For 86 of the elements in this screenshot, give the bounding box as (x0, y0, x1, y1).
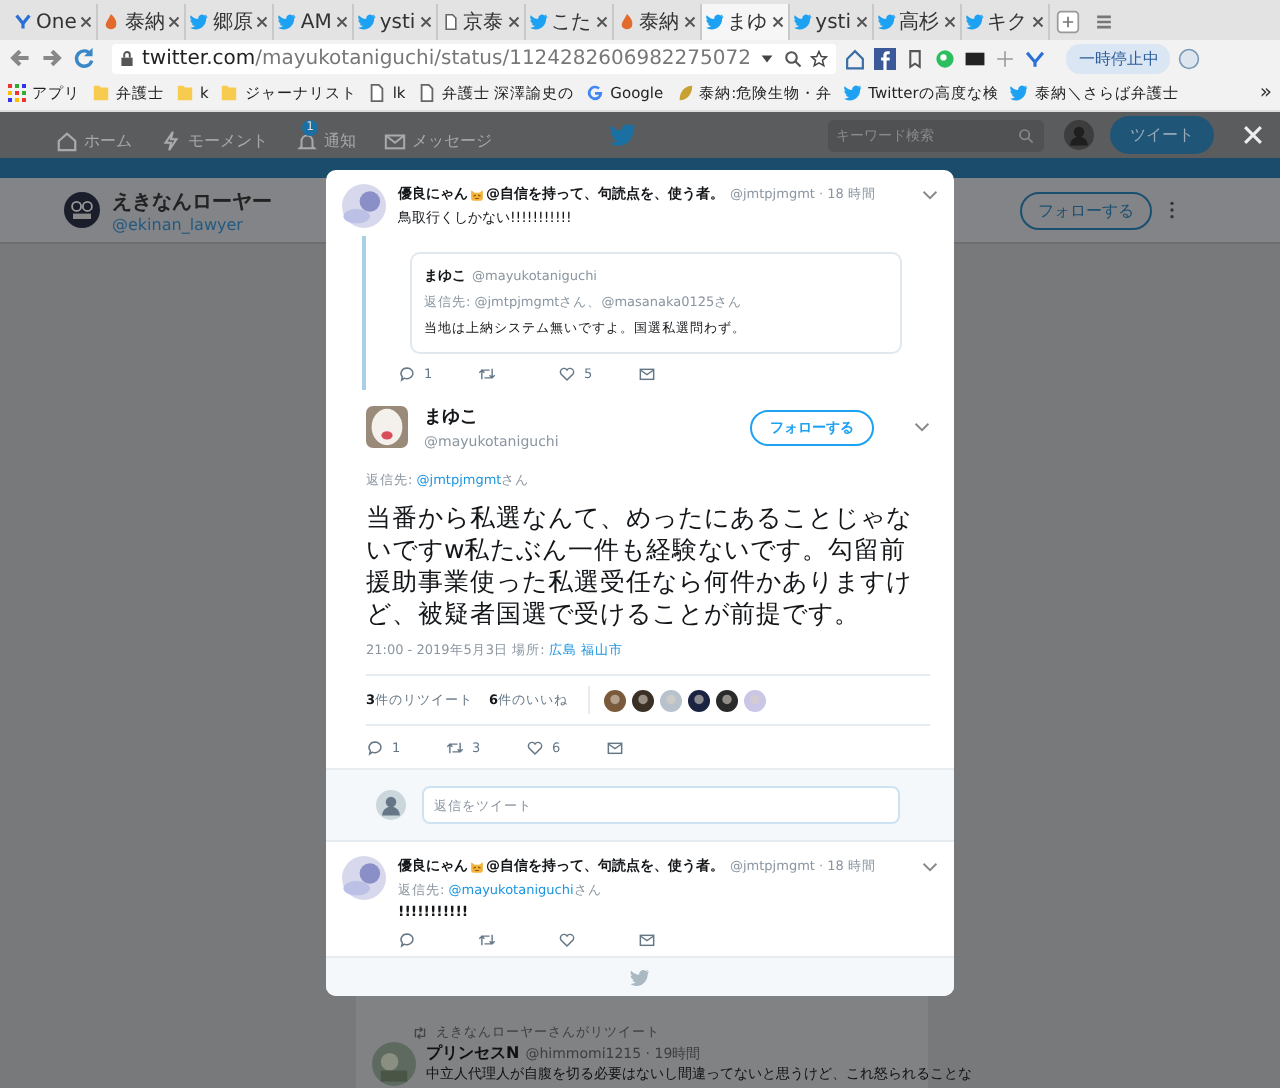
heart-icon (558, 366, 576, 382)
author-name: まゆこ (424, 406, 480, 430)
leaf-icon (675, 84, 694, 102)
tweet-text: 当番から私選なんて、めったにあることじゃないですw私たぶん一件も経験ないです。勾留前援助事業使った私選受任なら何件かありますけど、被疑者国選で受けることが前提です。 (366, 502, 914, 630)
reload-icon[interactable] (72, 46, 96, 70)
envelope-icon (384, 129, 406, 151)
y-logo-icon (14, 14, 32, 30)
chevron-down-icon[interactable] (922, 861, 938, 871)
folder-icon (176, 84, 194, 102)
profile-name: えきなんローヤー (112, 189, 272, 215)
retweet-icon (478, 932, 496, 948)
home-icon[interactable] (844, 47, 867, 69)
close-icon[interactable] (1031, 16, 1043, 28)
speech-bubble-icon (398, 932, 416, 948)
speech-bubble-icon (366, 740, 384, 756)
retweet-icon (478, 366, 496, 382)
bird-icon (793, 14, 812, 30)
bird-icon (965, 14, 983, 30)
envelope-icon (638, 366, 656, 382)
new-tab-icon[interactable] (1055, 10, 1079, 34)
more-bookmarks-button[interactable]: » (1259, 82, 1272, 104)
avatar-icon (376, 790, 406, 820)
chevron-down-icon[interactable] (914, 422, 930, 432)
extension-icon[interactable] (964, 47, 987, 69)
y-logo-icon[interactable] (1024, 47, 1047, 69)
lightning-icon (160, 129, 182, 151)
bird-icon (357, 14, 376, 30)
envelope-icon (606, 740, 624, 756)
paused-button[interactable]: 一時停止中 (1066, 43, 1171, 73)
browser-tab[interactable]: まゆ (701, 4, 790, 40)
bird-icon (877, 14, 895, 30)
bird-logo-icon (630, 969, 650, 985)
url-text: twitter.com/mayukotaniguchi/status/1124282606982275072 (142, 47, 751, 69)
close-icon[interactable] (943, 16, 955, 28)
search-icon (1018, 127, 1034, 143)
document-icon (441, 14, 460, 30)
close-icon[interactable] (335, 16, 348, 28)
speech-bubble-icon (398, 366, 416, 382)
flame-icon (617, 14, 636, 30)
forward-icon[interactable] (40, 46, 64, 70)
avatar-icon[interactable] (1064, 120, 1094, 150)
bird-icon (278, 14, 297, 30)
bird-icon (1010, 84, 1029, 102)
close-icon[interactable] (771, 16, 784, 28)
close-icon[interactable] (419, 16, 432, 28)
chevron-down-icon[interactable] (922, 189, 938, 199)
author-name: プリンセスN (426, 1042, 520, 1064)
envelope-icon (638, 932, 656, 948)
page-icon (417, 84, 436, 102)
dropdown-icon[interactable] (758, 49, 777, 67)
home-icon (56, 129, 78, 151)
bird-icon (844, 84, 863, 102)
menu-icon[interactable] (1091, 10, 1115, 34)
folder-icon (220, 84, 239, 102)
account-icon[interactable] (1178, 47, 1201, 69)
bird-icon (705, 14, 724, 30)
heart-icon (558, 932, 576, 948)
close-icon[interactable] (80, 16, 93, 28)
retweet-icon (412, 1026, 428, 1040)
more-icon[interactable] (1168, 200, 1176, 220)
apps-grid-icon (8, 84, 26, 102)
cat-face-icon (470, 859, 484, 873)
address-bar[interactable]: twitter.com/mayukotaniguchi/status/1124282606982275072 (112, 43, 837, 73)
retweet-icon (446, 740, 464, 756)
bird-icon (529, 14, 548, 30)
flame-icon (102, 14, 121, 30)
facebook-icon[interactable] (874, 47, 897, 69)
bell-icon (296, 129, 318, 151)
close-icon[interactable] (683, 16, 696, 28)
cat-face-icon (470, 187, 484, 201)
back-icon[interactable] (8, 46, 32, 70)
bookmark-icon[interactable] (904, 47, 927, 69)
bird-icon (190, 14, 209, 30)
page-icon (368, 84, 387, 102)
close-icon[interactable] (595, 16, 608, 28)
folder-icon (92, 84, 110, 102)
close-icon[interactable] (256, 16, 269, 28)
lock-icon (120, 49, 134, 67)
close-icon[interactable] (507, 16, 520, 28)
star-icon[interactable] (810, 49, 829, 67)
profile-handle: @ekinan_lawyer (112, 215, 245, 233)
search-icon[interactable] (784, 49, 803, 67)
close-icon[interactable] (168, 16, 181, 28)
close-icon[interactable] (855, 16, 867, 28)
g-logo-icon (586, 84, 605, 102)
heart-icon (526, 740, 544, 756)
